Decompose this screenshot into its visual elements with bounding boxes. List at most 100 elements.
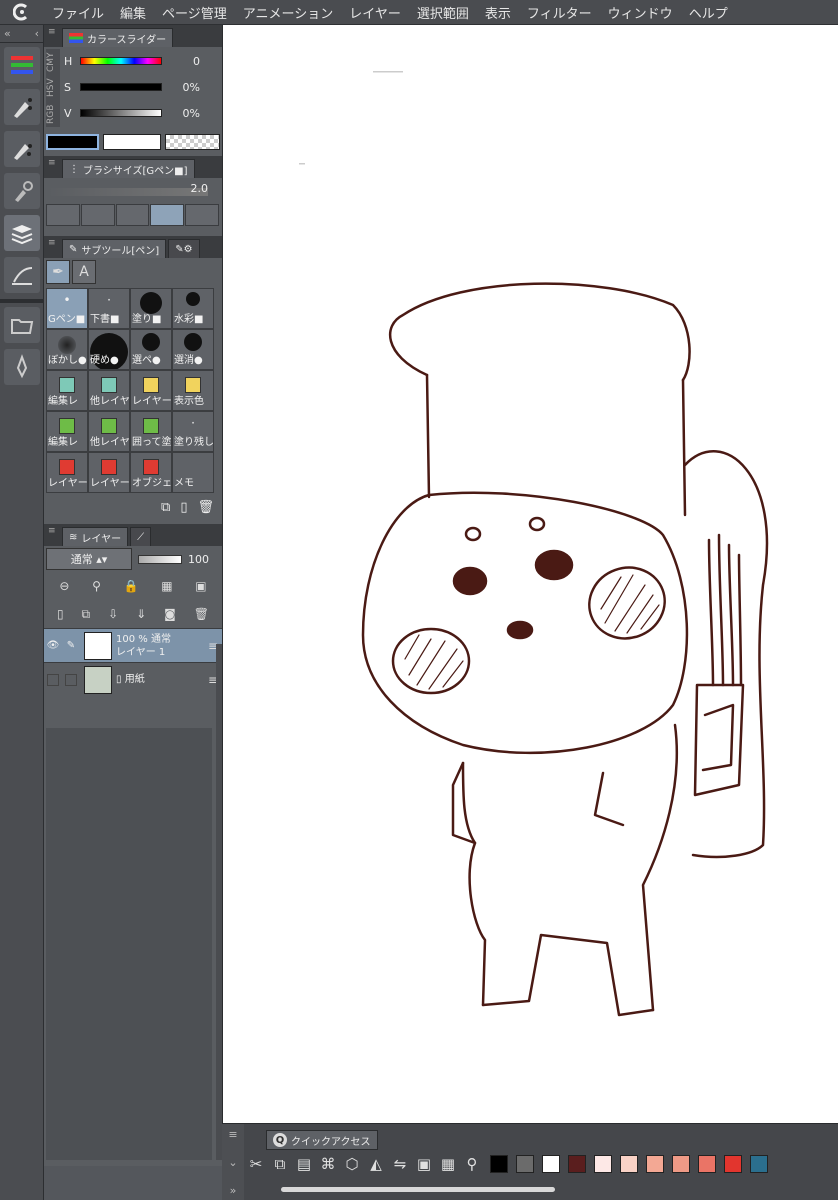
trash-icon[interactable]: 🗑: [194, 607, 209, 621]
menu-filter[interactable]: フィルター: [519, 3, 600, 22]
opacity-value[interactable]: 100: [188, 553, 209, 566]
transfer-down-icon[interactable]: ⇩: [108, 607, 118, 621]
subtool-item[interactable]: ぼかし●: [46, 329, 88, 370]
pen-tool[interactable]: [4, 89, 40, 125]
edit-toggle-icon[interactable]: [65, 673, 77, 686]
lasso-icon[interactable]: ⬡: [342, 1154, 362, 1174]
brush-preset[interactable]: [150, 204, 185, 226]
collapse-down-icon[interactable]: »: [230, 1184, 237, 1197]
menu-animation[interactable]: アニメーション: [235, 3, 341, 22]
saturation-value[interactable]: 0%: [162, 81, 200, 94]
trash-icon[interactable]: 🗑: [197, 500, 214, 522]
tab-tool-property[interactable]: ✎⚙: [168, 239, 200, 258]
ruler-tool[interactable]: [4, 257, 40, 293]
pen-group-icon[interactable]: ✒: [46, 260, 70, 284]
subtool-item[interactable]: 選ペ●: [130, 329, 172, 370]
transparent-color-swatch[interactable]: [164, 134, 220, 150]
combine-down-icon[interactable]: ⇓: [136, 607, 146, 621]
subtool-item[interactable]: レイヤー: [130, 370, 172, 411]
new-folder-icon[interactable]: ⧉: [82, 607, 91, 622]
color-swatch[interactable]: [542, 1155, 560, 1173]
sub-color-swatch[interactable]: [103, 134, 161, 150]
brush-preset[interactable]: [115, 204, 150, 226]
reference-icon[interactable]: ⚲: [92, 579, 101, 593]
subtool-item[interactable]: オブジェ: [130, 452, 172, 493]
blend-mode-select[interactable]: 通常 ▴▾: [46, 548, 132, 570]
flip-icon[interactable]: ⇋: [390, 1154, 410, 1174]
paste-icon[interactable]: ▤: [294, 1154, 314, 1174]
color-swatch[interactable]: [568, 1155, 586, 1173]
tab-layer-property[interactable]: ⟋: [130, 527, 152, 546]
panel-menu-icon[interactable]: ≡: [228, 1128, 237, 1141]
decoration-tool[interactable]: [4, 173, 40, 209]
subtool-item[interactable]: 選消●: [172, 329, 214, 370]
scissors-icon[interactable]: ✂: [246, 1154, 266, 1174]
folder-tool[interactable]: [4, 307, 40, 343]
fill-icon[interactable]: ◭: [366, 1154, 386, 1174]
layer-stack-tool[interactable]: [4, 215, 40, 251]
color-swatch[interactable]: [490, 1155, 508, 1173]
mode-cmy[interactable]: CMY: [46, 52, 60, 72]
color-swatch[interactable]: [594, 1155, 612, 1173]
eyedropper-icon[interactable]: ⚲: [462, 1154, 482, 1174]
collapse-left-icon[interactable]: «: [4, 27, 11, 40]
color-swatch[interactable]: [516, 1155, 534, 1173]
menu-window[interactable]: ウィンドウ: [600, 3, 681, 22]
color-swatch[interactable]: [672, 1155, 690, 1173]
tab-color-slider[interactable]: カラースライダー: [62, 28, 174, 47]
brush-size-value[interactable]: 2.0: [191, 182, 209, 195]
subtool-item[interactable]: 他レイヤ: [88, 411, 130, 452]
panel-menu-icon[interactable]: ≡: [48, 527, 58, 536]
transform-icon[interactable]: ⌘: [318, 1154, 338, 1174]
brush-preset[interactable]: [46, 204, 80, 226]
panel-menu-icon[interactable]: ≡: [48, 159, 58, 168]
color-swatch[interactable]: [724, 1155, 742, 1173]
eye-icon[interactable]: 👁: [44, 629, 62, 662]
panel-menu-icon[interactable]: ≡: [48, 239, 58, 248]
csp-logo-icon[interactable]: [0, 0, 44, 25]
tab-layer[interactable]: ≋ レイヤー: [62, 527, 129, 546]
subtool-item[interactable]: • Gペン■: [46, 288, 88, 329]
subtool-item[interactable]: 水彩■: [172, 288, 214, 329]
menu-selection[interactable]: 選択範囲: [409, 3, 477, 22]
brush-preset[interactable]: [185, 204, 219, 226]
color-swatch[interactable]: [646, 1155, 664, 1173]
brush-size-slider[interactable]: [48, 188, 208, 196]
value-value[interactable]: 0%: [162, 107, 200, 120]
color-swatch[interactable]: [620, 1155, 638, 1173]
subtool-item[interactable]: 表示色: [172, 370, 214, 411]
saturation-slider[interactable]: [80, 83, 162, 91]
hue-value[interactable]: 0: [162, 55, 200, 68]
chevron-left-icon[interactable]: ‹: [35, 27, 39, 40]
brush-icon[interactable]: ✎: [62, 629, 80, 662]
subtool-item[interactable]: 他レイヤ: [88, 370, 130, 411]
menu-edit[interactable]: 編集: [112, 3, 154, 22]
hue-slider[interactable]: [80, 57, 162, 65]
menu-help[interactable]: ヘルプ: [681, 3, 736, 22]
chevron-down-icon[interactable]: ⌄: [228, 1156, 237, 1169]
tab-subtool[interactable]: ✎ サブツール[ペン]: [62, 239, 167, 258]
mode-hsv[interactable]: HSV: [46, 79, 60, 98]
pen-variant-tool[interactable]: [4, 131, 40, 167]
panel-menu-icon[interactable]: ≡: [48, 28, 58, 37]
subtool-item[interactable]: レイヤー: [46, 452, 88, 493]
mode-rgb[interactable]: RGB: [46, 104, 60, 123]
drawing-canvas[interactable]: [222, 25, 838, 1123]
copy-subtool-icon[interactable]: ⧉: [161, 500, 170, 522]
lock-icon[interactable]: 🔒: [124, 579, 139, 593]
menu-file[interactable]: ファイル: [44, 3, 112, 22]
eye-icon[interactable]: [47, 673, 59, 686]
mask-add-icon[interactable]: ◙: [164, 607, 176, 621]
new-subtool-icon[interactable]: ▯: [180, 500, 187, 522]
subtool-item[interactable]: · 下書■: [88, 288, 130, 329]
image-icon[interactable]: ▦: [438, 1154, 458, 1174]
main-color-swatch[interactable]: [46, 134, 100, 150]
menu-view[interactable]: 表示: [477, 3, 519, 22]
layer-row[interactable]: 👁 ✎ 100 % 通常 レイヤー 1 ≡: [44, 628, 222, 662]
tab-quick-access[interactable]: Q クイックアクセス: [266, 1130, 378, 1150]
color-swatch[interactable]: [750, 1155, 768, 1173]
mask-icon[interactable]: ▣: [195, 579, 206, 593]
clip-icon[interactable]: ⊖: [59, 579, 69, 593]
color-mode-tabs[interactable]: RGB HSV CMY: [46, 49, 60, 127]
color-swatch[interactable]: [698, 1155, 716, 1173]
